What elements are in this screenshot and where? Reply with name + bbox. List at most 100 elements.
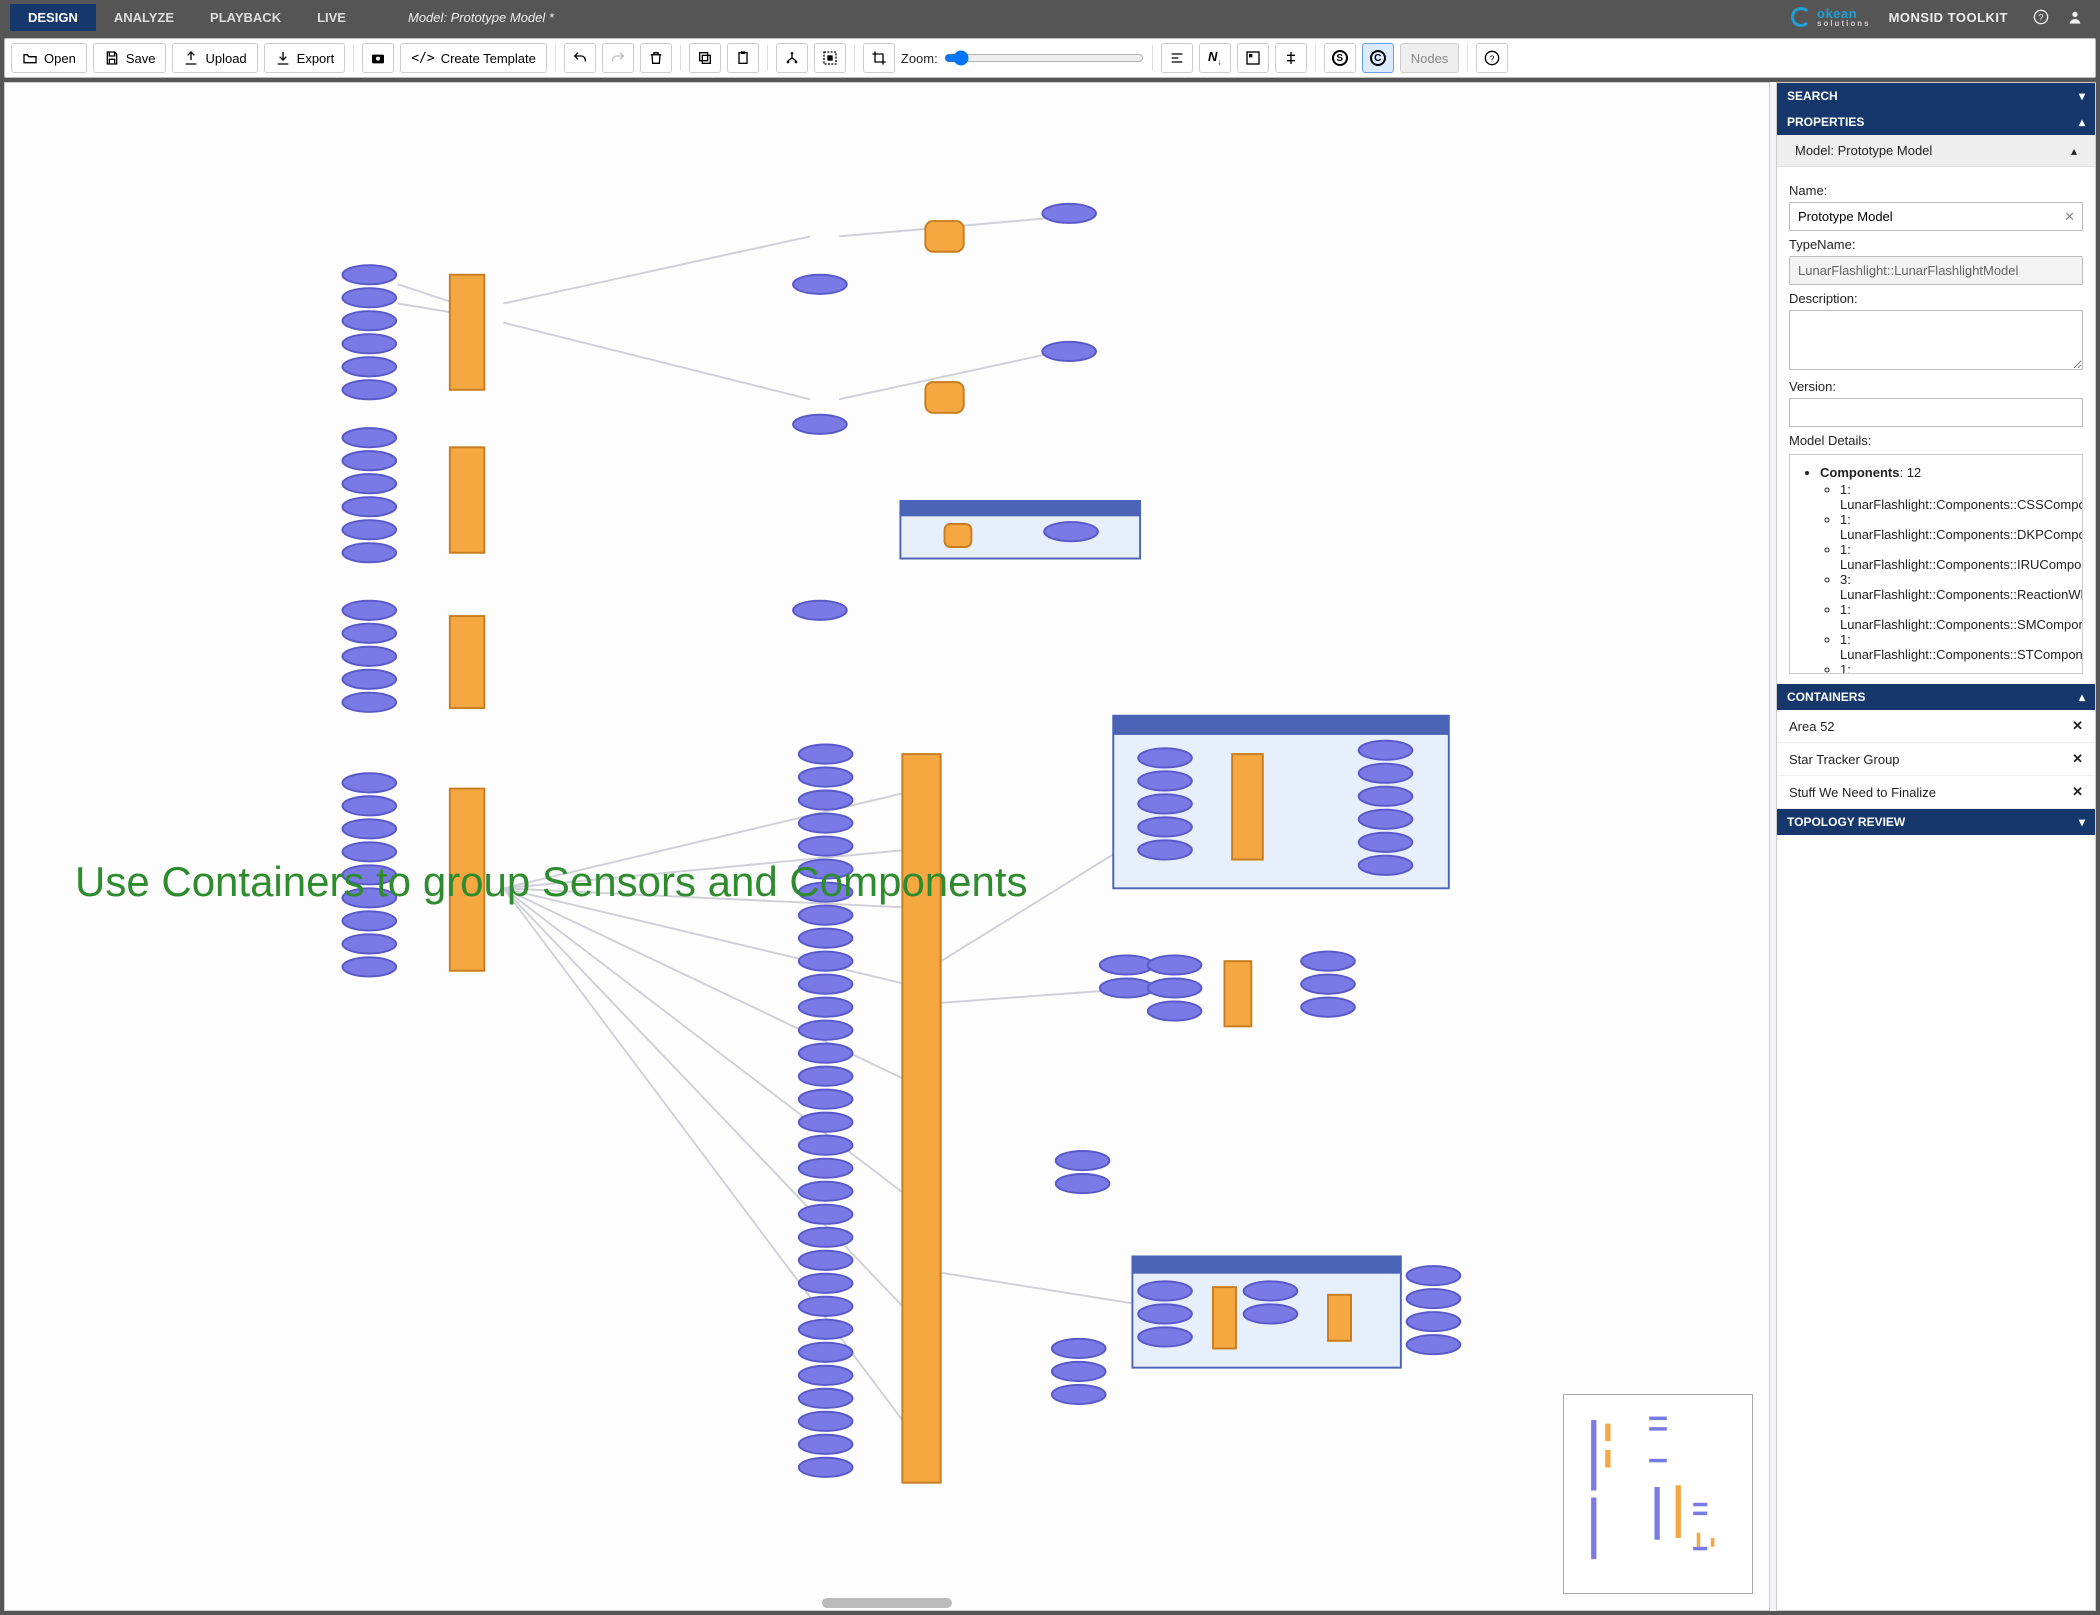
toolbar-help-button[interactable]: ?	[1476, 43, 1508, 73]
view-tool-s[interactable]: S	[1324, 43, 1356, 73]
group-icon	[822, 50, 838, 66]
hierarchy-button[interactable]	[776, 43, 808, 73]
download-icon	[275, 50, 291, 66]
toolbar: Open Save Upload Export </> Create Templ…	[4, 38, 2096, 78]
user-icon[interactable]	[2060, 2, 2090, 32]
delete-button[interactable]	[640, 43, 672, 73]
save-button[interactable]: Save	[93, 43, 167, 73]
typename-label: TypeName:	[1789, 237, 2083, 252]
open-button[interactable]: Open	[11, 43, 87, 73]
panel-tool[interactable]	[1237, 43, 1269, 73]
zoom-slider[interactable]	[944, 50, 1144, 66]
brand-logo: okean solutions	[1791, 7, 1871, 28]
panel-containers-header[interactable]: CONTAINERS ▴	[1777, 684, 2095, 710]
component-item: 3: LunarFlashlight::Components::Reaction…	[1840, 572, 2070, 602]
container-bottom[interactable]	[1132, 1256, 1400, 1367]
distribute-tool[interactable]	[1275, 43, 1307, 73]
chevron-up-icon: ▴	[2071, 144, 2077, 158]
component-item: 1: LunarFlashlight::Components::CSSCompo…	[1840, 482, 2070, 512]
copy-icon	[697, 50, 713, 66]
redo-button[interactable]	[602, 43, 634, 73]
align-tool-2[interactable]: N↓	[1199, 43, 1231, 73]
distribute-icon	[1283, 50, 1299, 66]
tab-live[interactable]: LIVE	[299, 4, 364, 31]
container-star-tracker[interactable]	[1113, 716, 1449, 889]
export-button[interactable]: Export	[264, 43, 346, 73]
right-sidebar: SEARCH ▾ PROPERTIES ▴ Model: Prototype M…	[1776, 82, 2096, 1611]
svg-text:?: ?	[2038, 12, 2043, 22]
toolkit-label: MONSID TOOLKIT	[1889, 10, 2008, 25]
align-tool-1[interactable]	[1161, 43, 1193, 73]
tree-icon	[784, 50, 800, 66]
model-label: Model: Prototype Model *	[408, 10, 554, 25]
upload-button[interactable]: Upload	[172, 43, 257, 73]
tab-analyze[interactable]: ANALYZE	[96, 4, 192, 31]
component-item: 1: LunarFlashlight::Components::STCompon…	[1840, 632, 2070, 662]
remove-container-icon[interactable]: ✕	[2072, 751, 2083, 767]
crop-button[interactable]	[863, 43, 895, 73]
folder-open-icon	[22, 50, 38, 66]
undo-button[interactable]	[564, 43, 596, 73]
panel-properties-header[interactable]: PROPERTIES ▴	[1777, 109, 2095, 135]
create-template-button[interactable]: </> Create Template	[400, 43, 547, 73]
main-body: Use Containers to group Sensors and Comp…	[4, 82, 2096, 1611]
screenshot-button[interactable]	[362, 43, 394, 73]
clear-name-icon[interactable]: ✕	[2064, 209, 2075, 225]
component-item: 1: LunarFlashlight::Components::SMCompon…	[1840, 602, 2070, 632]
caption-text: Use Containers to group Sensors and Comp…	[75, 853, 1028, 912]
version-input[interactable]	[1789, 398, 2083, 427]
view-tool-c[interactable]: C	[1362, 43, 1394, 73]
name-input[interactable]	[1789, 202, 2083, 231]
container-label: Stuff We Need to Finalize	[1789, 785, 1936, 800]
app-root: DESIGN ANALYZE PLAYBACK LIVE Model: Prot…	[0, 0, 2100, 1615]
panel-search-header[interactable]: SEARCH ▾	[1777, 83, 2095, 109]
container-label: Area 52	[1789, 719, 1835, 734]
container-row[interactable]: Stuff We Need to Finalize ✕	[1777, 776, 2095, 809]
crop-icon	[871, 50, 887, 66]
component-item: 1: LunarFlashlight::Components::IRUCompo…	[1840, 542, 2070, 572]
typename-input	[1789, 256, 2083, 285]
remove-container-icon[interactable]: ✕	[2072, 718, 2083, 734]
chevron-down-icon: ▾	[2079, 89, 2085, 103]
topbar: DESIGN ANALYZE PLAYBACK LIVE Model: Prot…	[0, 0, 2100, 34]
panel-icon	[1245, 50, 1261, 66]
nodes-chip[interactable]: Nodes	[1400, 43, 1460, 73]
container-top[interactable]	[900, 501, 1140, 559]
minimap[interactable]	[1563, 1394, 1753, 1594]
canvas-area[interactable]: Use Containers to group Sensors and Comp…	[4, 82, 1770, 1611]
tab-design[interactable]: DESIGN	[10, 4, 96, 31]
tab-playback[interactable]: PLAYBACK	[192, 4, 299, 31]
copy-button[interactable]	[689, 43, 721, 73]
component-item: 1: LunarFlashlight::Components::DKPCompo…	[1840, 512, 2070, 542]
chevron-up-icon: ▴	[2079, 115, 2085, 129]
panel-topology-header[interactable]: TOPOLOGY REVIEW ▾	[1777, 809, 2095, 835]
properties-subheader[interactable]: Model: Prototype Model ▴	[1777, 135, 2095, 167]
zoom-label: Zoom:	[901, 51, 938, 66]
trash-icon	[648, 50, 664, 66]
question-icon: ?	[1484, 50, 1500, 66]
chevron-up-icon: ▴	[2079, 690, 2085, 704]
upload-icon	[183, 50, 199, 66]
model-details-box[interactable]: Components: 12 1: LunarFlashlight::Compo…	[1789, 454, 2083, 674]
container-label: Star Tracker Group	[1789, 752, 1900, 767]
horizontal-scrollbar[interactable]	[822, 1598, 952, 1608]
description-label: Description:	[1789, 291, 2083, 306]
n-icon: N↓	[1208, 49, 1221, 67]
group-button[interactable]	[814, 43, 846, 73]
remove-container-icon[interactable]: ✕	[2072, 784, 2083, 800]
container-row[interactable]: Star Tracker Group ✕	[1777, 743, 2095, 776]
help-icon[interactable]: ?	[2026, 2, 2056, 32]
paste-button[interactable]	[727, 43, 759, 73]
camera-icon	[370, 50, 386, 66]
c-icon: C	[1370, 50, 1386, 66]
description-input[interactable]	[1789, 310, 2083, 370]
graph-canvas[interactable]	[5, 83, 1769, 1611]
details-label: Model Details:	[1789, 433, 2083, 448]
align-icon	[1169, 50, 1185, 66]
chevron-down-icon: ▾	[2079, 815, 2085, 829]
containers-list: Area 52✕Star Tracker Group✕Stuff We Need…	[1777, 710, 2095, 809]
properties-body: Name: ✕ TypeName: Description: Version: …	[1777, 167, 2095, 684]
paste-icon	[735, 50, 751, 66]
top-tabs: DESIGN ANALYZE PLAYBACK LIVE	[10, 4, 364, 31]
container-row[interactable]: Area 52 ✕	[1777, 710, 2095, 743]
